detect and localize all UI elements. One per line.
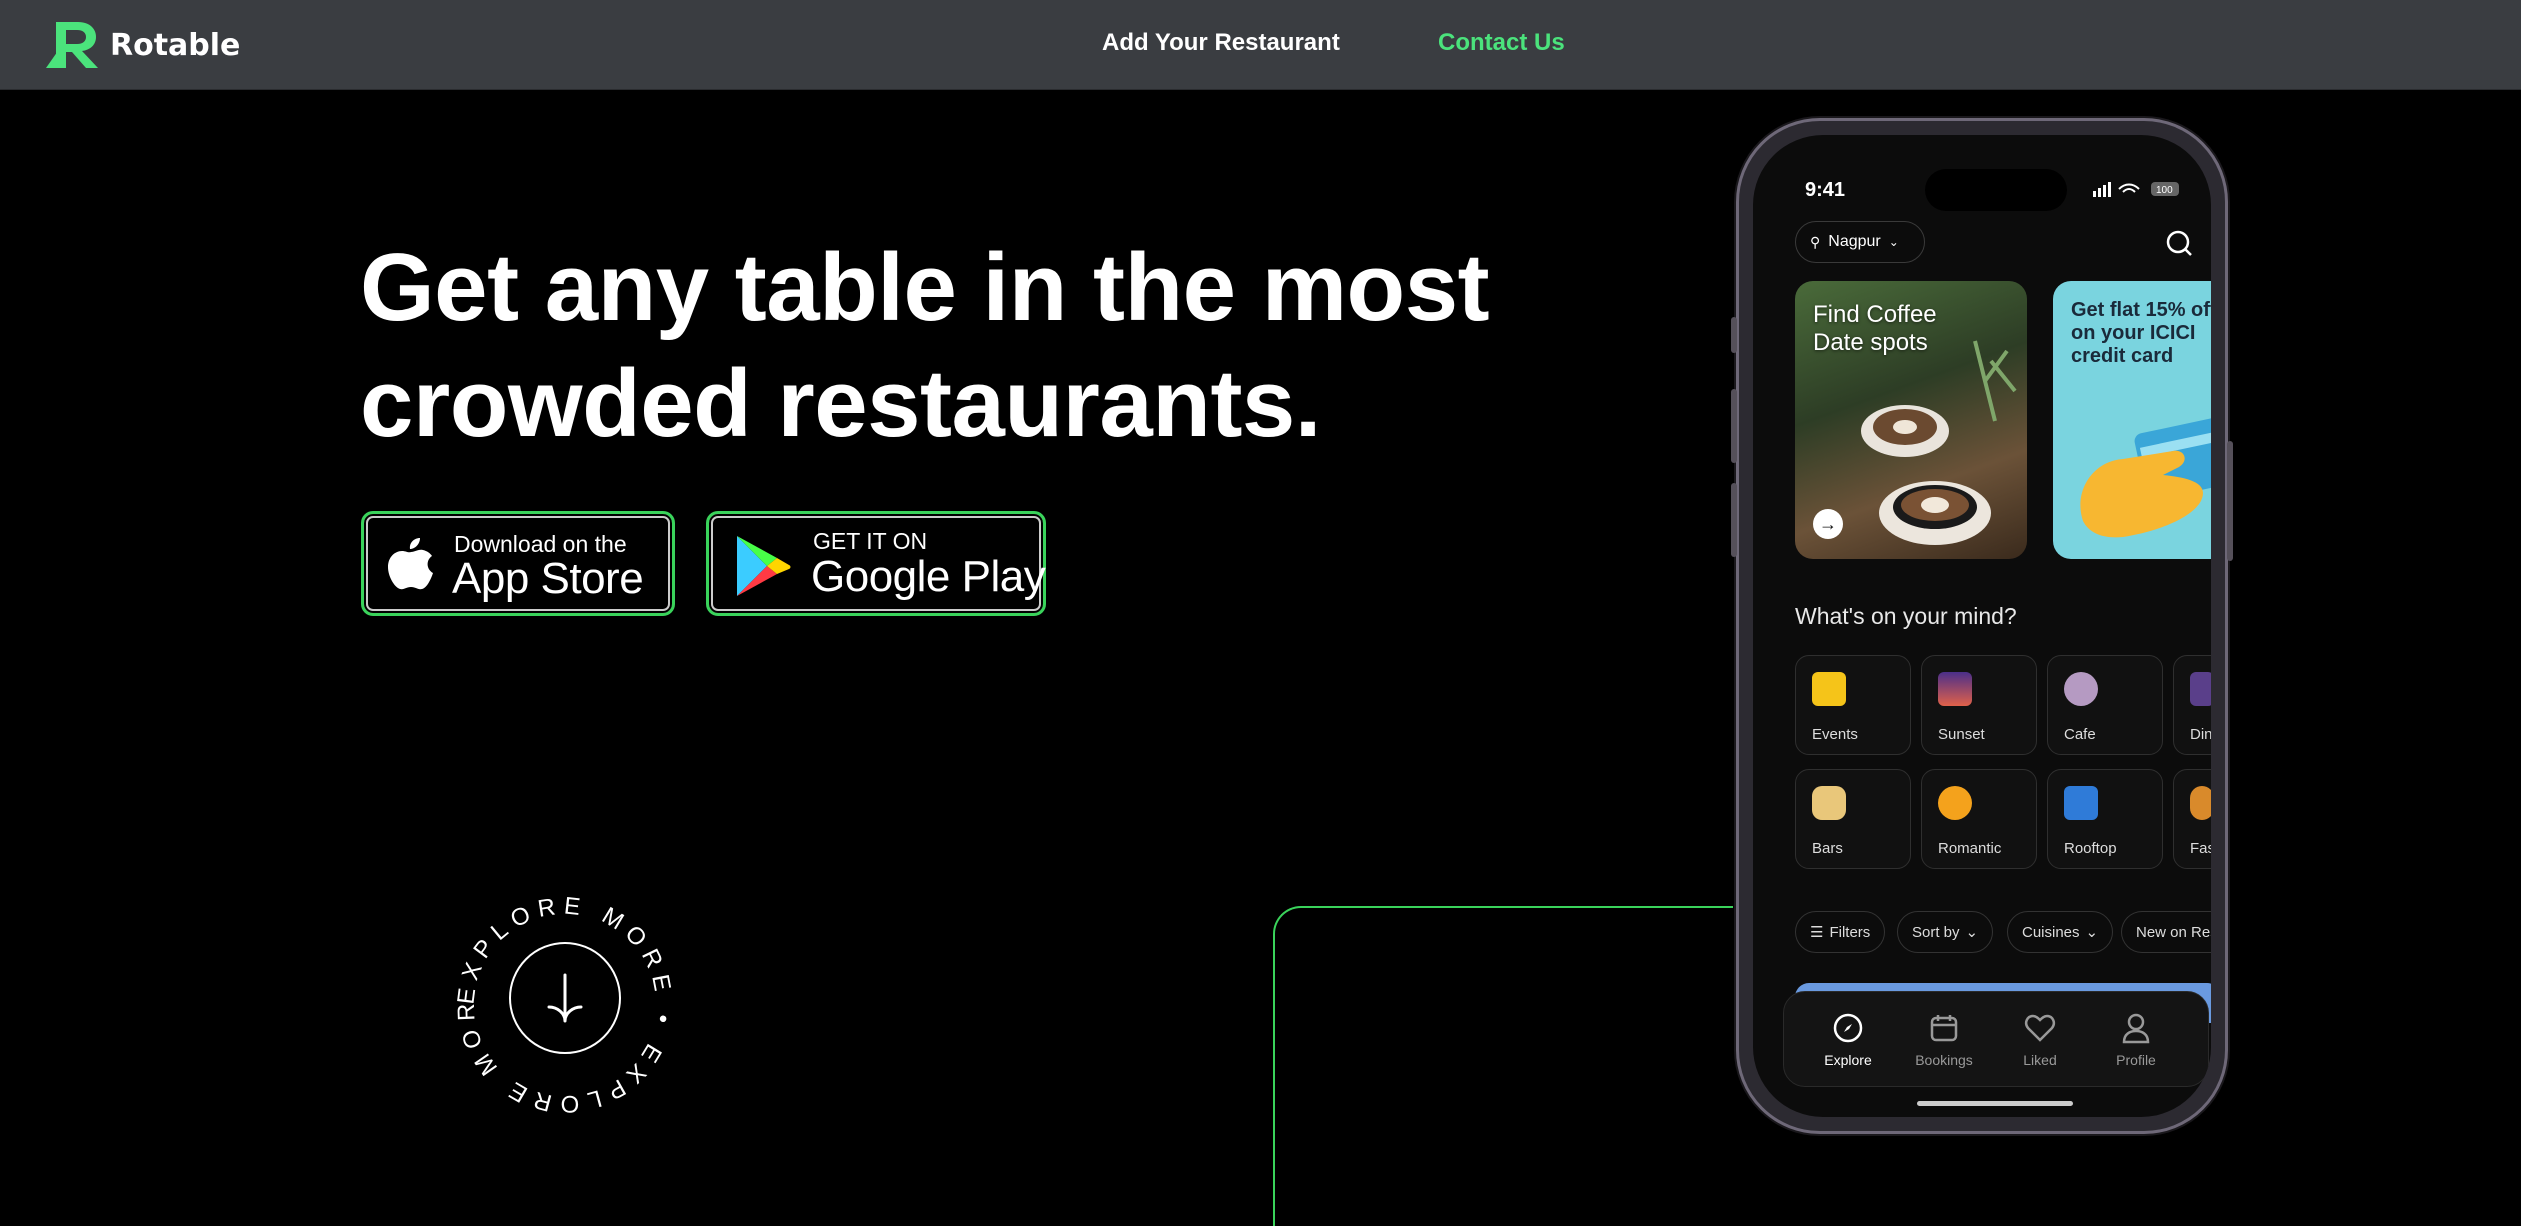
app-store-button[interactable]: Download on the App Store [361,511,675,616]
tab-label: Profile [2116,1052,2156,1068]
google-play-button[interactable]: GET IT ON Google Play [706,511,1046,616]
category-fast-food[interactable]: Fast [2173,769,2211,869]
location-selector[interactable]: ⚲ Nagpur ⌄ [1795,221,1925,263]
hero-title-line-1: Get any table in the most [360,234,1490,341]
rotable-logo-icon [46,22,98,68]
category-label: Dinn [2190,726,2211,743]
user-pin-icon: ⚲ [1810,233,1821,250]
category-bars[interactable]: Bars [1795,769,1911,869]
app-store-big-text: App Store [452,554,644,603]
brand-name: Rotable [110,27,241,63]
chevron-down-icon: ⌄ [1965,924,1979,941]
battery-level: 100 [2156,185,2173,196]
heart-icon [2024,1014,2056,1042]
promo-card-icici[interactable]: Get flat 15% off on your ICICI credit ca… [2053,281,2211,559]
chevron-down-icon: ⌄ [2085,924,2099,941]
status-time: 9:41 [1805,179,1846,201]
arrow-right-icon[interactable]: → [1813,509,1843,539]
category-sunset[interactable]: Sunset [1921,655,2037,755]
tab-liked[interactable]: Liked [2000,1012,2080,1068]
filter-chip-sort-by[interactable]: Sort by ⌄ [1897,911,1994,953]
bottom-tab-bar: Explore Bookings Liked Profile [1783,991,2209,1087]
phone-side-button [1731,317,1737,353]
phone-mockup: 9:41 100 ⚲ Nagpur ⌄ Find Coffee Date spo… [1731,118,2233,1134]
category-label: Cafe [2064,726,2096,743]
credit-card-hand-illustration [2080,413,2211,538]
top-nav: Rotable Add Your Restaurant Contact Us [0,0,2521,90]
google-play-icon [737,536,791,596]
person-icon [2122,1013,2150,1044]
phone-volume-up [1731,389,1737,463]
filter-chip-new-on-rotable[interactable]: New on Rest [2121,911,2211,953]
tab-bookings[interactable]: Bookings [1904,1012,1984,1068]
beer-icon [1812,786,1846,820]
svg-text:EXPLORE MORE • EXPLORE MORE •: EXPLORE MORE • EXPLORE MORE • [445,885,677,1117]
phone-screen: 9:41 100 ⚲ Nagpur ⌄ Find Coffee Date spo… [1753,135,2211,1117]
arrow-down-icon [547,973,583,1023]
decorative-green-frame [1273,906,1733,1226]
sunset-icon [1938,672,1972,706]
brand-logo[interactable]: Rotable [42,18,240,72]
phone-power-button [2227,441,2233,561]
compass-icon [1833,1013,1863,1043]
home-indicator [1917,1101,2073,1106]
category-label: Bars [1812,840,1843,857]
category-label: Fast [2190,840,2211,857]
explore-more-label: EXPLORE MORE • EXPLORE MORE • [433,864,670,1117]
location-label: Nagpur [1828,233,1881,250]
filter-chip-filters[interactable]: ☰ Filters [1795,911,1886,953]
hero-title-line-2: crowded restaurants. [360,350,1321,457]
tab-label: Explore [1824,1052,1872,1068]
filter-label: New on Rest [2136,923,2211,941]
promo-card-coffee[interactable]: Find Coffee Date spots → [1795,281,2027,559]
tab-profile[interactable]: Profile [2096,1012,2176,1068]
filter-label: Sort by [1912,923,1960,941]
apple-icon [388,538,433,590]
filter-chip-cuisines[interactable]: Cuisines ⌄ [2007,911,2114,953]
google-play-small-text: GET IT ON [813,528,928,554]
category-label: Romantic [1938,840,2002,857]
hero-title: Get any table in the most crowded restau… [360,230,1560,462]
explore-more-button[interactable]: EXPLORE MORE • EXPLORE MORE • [433,864,685,1125]
category-label: Events [1812,726,1858,743]
tab-label: Liked [2023,1052,2057,1068]
category-romantic[interactable]: Romantic [1921,769,2037,869]
chevron-down-icon: ⌄ [1888,235,1899,249]
burger-icon [2190,786,2211,820]
nav-contact-link[interactable]: Contact Us [1438,29,1565,57]
category-rooftop[interactable]: Rooftop [2047,769,2163,869]
calendar-icon [1930,1015,1958,1042]
sliders-icon: ☰ [1810,924,1824,941]
heart-face-icon [1938,786,1972,820]
category-cafe[interactable]: Cafe [2047,655,2163,755]
category-dinner[interactable]: Dinn [2173,655,2211,755]
google-play-big-text: Google Play [811,552,1046,601]
tab-label: Bookings [1915,1052,1973,1068]
explore-more-ring: EXPLORE MORE • EXPLORE MORE • [433,864,677,1117]
promo-coffee-title: Find Coffee Date spots [1813,301,1937,356]
tab-explore[interactable]: Explore [1808,1012,1888,1068]
search-icon[interactable] [2165,229,2193,257]
ticket-icon [1812,672,1846,706]
status-icons: 100 [2093,182,2179,197]
phone-volume-down [1731,483,1737,557]
coffee-cup-icon [2064,672,2098,706]
category-label: Rooftop [2064,840,2117,857]
dinner-icon [2190,672,2211,706]
city-icon [2064,786,2098,820]
dynamic-island [1925,169,2067,211]
section-title-whats-on-your-mind: What's on your mind? [1795,603,2017,629]
category-label: Sunset [1938,726,1985,743]
nav-add-restaurant-link[interactable]: Add Your Restaurant [1102,29,1340,57]
filter-label: Cuisines [2022,923,2080,941]
filter-label: Filters [1829,923,1871,941]
category-events[interactable]: Events [1795,655,1911,755]
